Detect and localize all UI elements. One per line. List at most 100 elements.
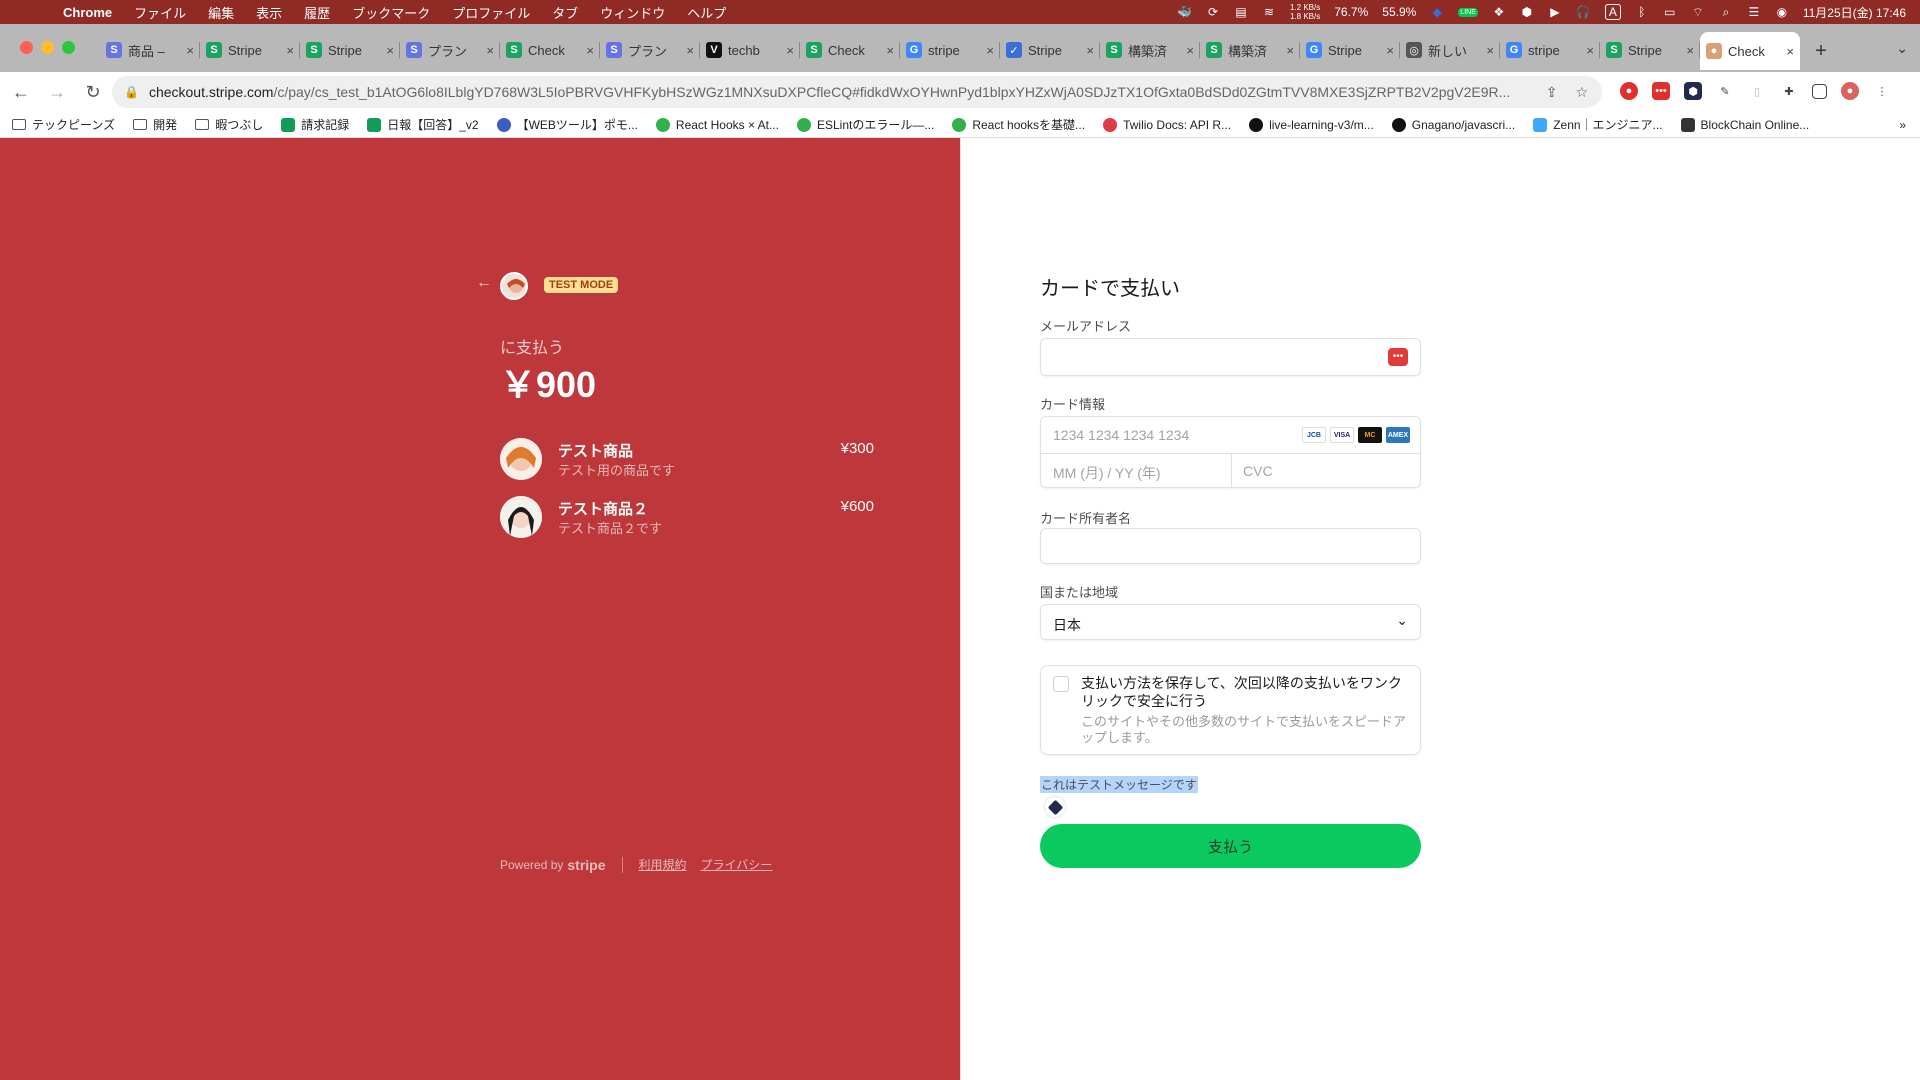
bookmark-item[interactable]: 暇つぶし	[195, 116, 263, 133]
bookmark-item[interactable]: Gnagano/javascri...	[1391, 117, 1515, 132]
card-number-input[interactable]: 1234 1234 1234 1234	[1053, 427, 1189, 443]
card-cvc-input[interactable]: CVC	[1243, 463, 1273, 479]
wifi-status-icon[interactable]: ≋	[1262, 5, 1276, 19]
tab-close-icon[interactable]: ×	[286, 43, 294, 58]
bookmark-star-icon[interactable]: ☆	[1575, 84, 1588, 101]
menu-file[interactable]: ファイル	[123, 3, 197, 22]
lock-icon[interactable]: 🔒	[124, 85, 139, 99]
back-arrow-icon[interactable]: ←	[476, 274, 492, 292]
menu-tab[interactable]: タブ	[541, 3, 589, 22]
email-field[interactable]: •••	[1040, 338, 1421, 376]
bookmark-item[interactable]: 【WEBツール】ポモ...	[496, 116, 638, 133]
tab-close-icon[interactable]: ×	[1686, 43, 1694, 58]
disabled-extension-icon[interactable]: ▯	[1748, 82, 1766, 100]
tab-close-icon[interactable]: ×	[386, 43, 394, 58]
bookmark-item[interactable]: テックピーンズ	[12, 116, 115, 133]
bookmark-item[interactable]: React hooksを基礎...	[952, 116, 1085, 133]
save-payment-checkbox[interactable]	[1053, 676, 1069, 692]
line-app-icon[interactable]: LINE	[1458, 7, 1478, 17]
hex-extension-icon[interactable]: ⬢	[1684, 82, 1702, 100]
reload-button[interactable]: ↻	[78, 82, 108, 103]
battery-icon[interactable]: ▭	[1663, 5, 1677, 19]
bookmark-item[interactable]: 請求記録	[281, 116, 349, 133]
tab[interactable]: Vtechb ×	[700, 34, 800, 66]
tab[interactable]: S プラン ×	[600, 34, 700, 66]
tab-close-icon[interactable]: ×	[1286, 43, 1294, 58]
tab[interactable]: ✓ Stripe ×	[1000, 34, 1100, 66]
tab-close-icon[interactable]: ×	[1786, 44, 1794, 59]
clipboard-icon[interactable]: ▤	[1234, 5, 1248, 19]
tab[interactable]: S 構築済 ×	[1100, 34, 1200, 66]
extension-hex-icon[interactable]: ⬢	[1520, 5, 1534, 19]
bookmark-item[interactable]: live-learning-v3/m...	[1249, 117, 1374, 132]
wifi-icon[interactable]: ⌔	[1691, 5, 1705, 20]
headphones-icon[interactable]: 🎧	[1576, 5, 1591, 19]
menu-view[interactable]: 表示	[245, 3, 293, 22]
dropbox-icon[interactable]: ❖	[1492, 5, 1506, 19]
share-icon[interactable]: ⇪	[1546, 84, 1558, 101]
zoom-window-button[interactable]	[62, 41, 75, 54]
tab-search-chevron-icon[interactable]: ⌄	[1896, 40, 1908, 57]
save-payment-option[interactable]: 支払い方法を保存して、次回以降の支払いをワンクリックで安全に行う このサイトやそ…	[1040, 665, 1421, 755]
input-mode[interactable]: A	[1604, 4, 1621, 20]
tab[interactable]: S Check ×	[500, 34, 600, 66]
tab-close-icon[interactable]: ×	[1586, 43, 1594, 58]
adblock-extension-icon[interactable]: ●	[1620, 82, 1638, 100]
merchant-avatar[interactable]	[500, 272, 528, 300]
chrome-menu-icon[interactable]: ⋮	[1873, 82, 1891, 100]
play-icon[interactable]: ▶	[1548, 5, 1562, 19]
address-bar[interactable]: 🔒 checkout.stripe.com/c/pay/cs_test_b1At…	[112, 76, 1602, 108]
tab-close-icon[interactable]: ×	[886, 43, 894, 58]
tab-close-icon[interactable]: ×	[1086, 43, 1094, 58]
tab-close-icon[interactable]: ×	[586, 43, 594, 58]
siri-icon[interactable]: ◉	[1775, 5, 1789, 19]
bluetooth-icon[interactable]: ᛒ	[1635, 5, 1649, 19]
country-select[interactable]: 日本 ⌄	[1040, 604, 1421, 640]
profile-avatar[interactable]: ●	[1841, 82, 1859, 100]
tab[interactable]: S Stripe ×	[200, 34, 300, 66]
menu-app-name[interactable]: Chrome	[52, 5, 123, 20]
tab-close-icon[interactable]: ×	[1386, 43, 1394, 58]
menu-bookmarks[interactable]: ブックマーク	[341, 3, 441, 22]
tab-close-icon[interactable]: ×	[186, 43, 194, 58]
bookmark-item[interactable]: Zenn｜エンジニア...	[1533, 116, 1663, 133]
bookmark-item[interactable]: React Hooks × At...	[655, 117, 779, 132]
tab[interactable]: S 構築済 ×	[1200, 34, 1300, 66]
close-window-button[interactable]	[20, 41, 33, 54]
menu-window[interactable]: ウィンドウ	[589, 3, 676, 22]
back-button[interactable]: ←	[6, 82, 36, 103]
cardholder-name-field[interactable]	[1040, 528, 1421, 564]
tab[interactable]: S Stripe ×	[1600, 34, 1700, 66]
tab-close-icon[interactable]: ×	[786, 43, 794, 58]
bookmark-item[interactable]: 日報【回答】_v2	[367, 116, 479, 133]
tab-active[interactable]: ● Check ×	[1700, 32, 1800, 70]
menu-history[interactable]: 履歴	[293, 3, 341, 22]
spotlight-search-icon[interactable]: ⌕	[1719, 5, 1733, 20]
autofill-link-icon[interactable]: •••	[1388, 348, 1408, 366]
control-center-icon[interactable]: ☰	[1747, 5, 1761, 19]
tab[interactable]: S プラン ×	[400, 34, 500, 66]
tab-close-icon[interactable]: ×	[686, 43, 694, 58]
stripe-logo[interactable]: stripe	[567, 857, 605, 873]
terms-link[interactable]: 利用規約	[639, 856, 687, 873]
new-tab-button[interactable]: +	[1806, 36, 1836, 66]
hex-extension-float-icon[interactable]	[1045, 797, 1065, 817]
tab[interactable]: Gstripe ×	[900, 34, 1000, 66]
bookmark-item[interactable]: BlockChain Online...	[1680, 117, 1809, 132]
forward-button[interactable]: →	[42, 82, 72, 103]
privacy-link[interactable]: プライバシー	[701, 856, 773, 873]
tab-close-icon[interactable]: ×	[486, 43, 494, 58]
docker-icon[interactable]: 🐳	[1177, 5, 1192, 19]
bird-icon[interactable]: ◆	[1430, 5, 1444, 19]
tab[interactable]: S Check ×	[800, 34, 900, 66]
bookmark-item[interactable]: ESLintのエラール—...	[796, 116, 934, 133]
side-panel-icon[interactable]	[1812, 83, 1827, 99]
tab-close-icon[interactable]: ×	[1186, 43, 1194, 58]
clock[interactable]: 11月25日(金) 17:46	[1803, 4, 1906, 21]
tab[interactable]: S Stripe ×	[300, 34, 400, 66]
pay-button[interactable]: 支払う	[1040, 824, 1421, 868]
bookmark-item[interactable]: 開発	[133, 116, 177, 133]
extensions-puzzle-icon[interactable]: ✚	[1780, 82, 1798, 100]
tab-close-icon[interactable]: ×	[1486, 43, 1494, 58]
menu-edit[interactable]: 編集	[197, 3, 245, 22]
